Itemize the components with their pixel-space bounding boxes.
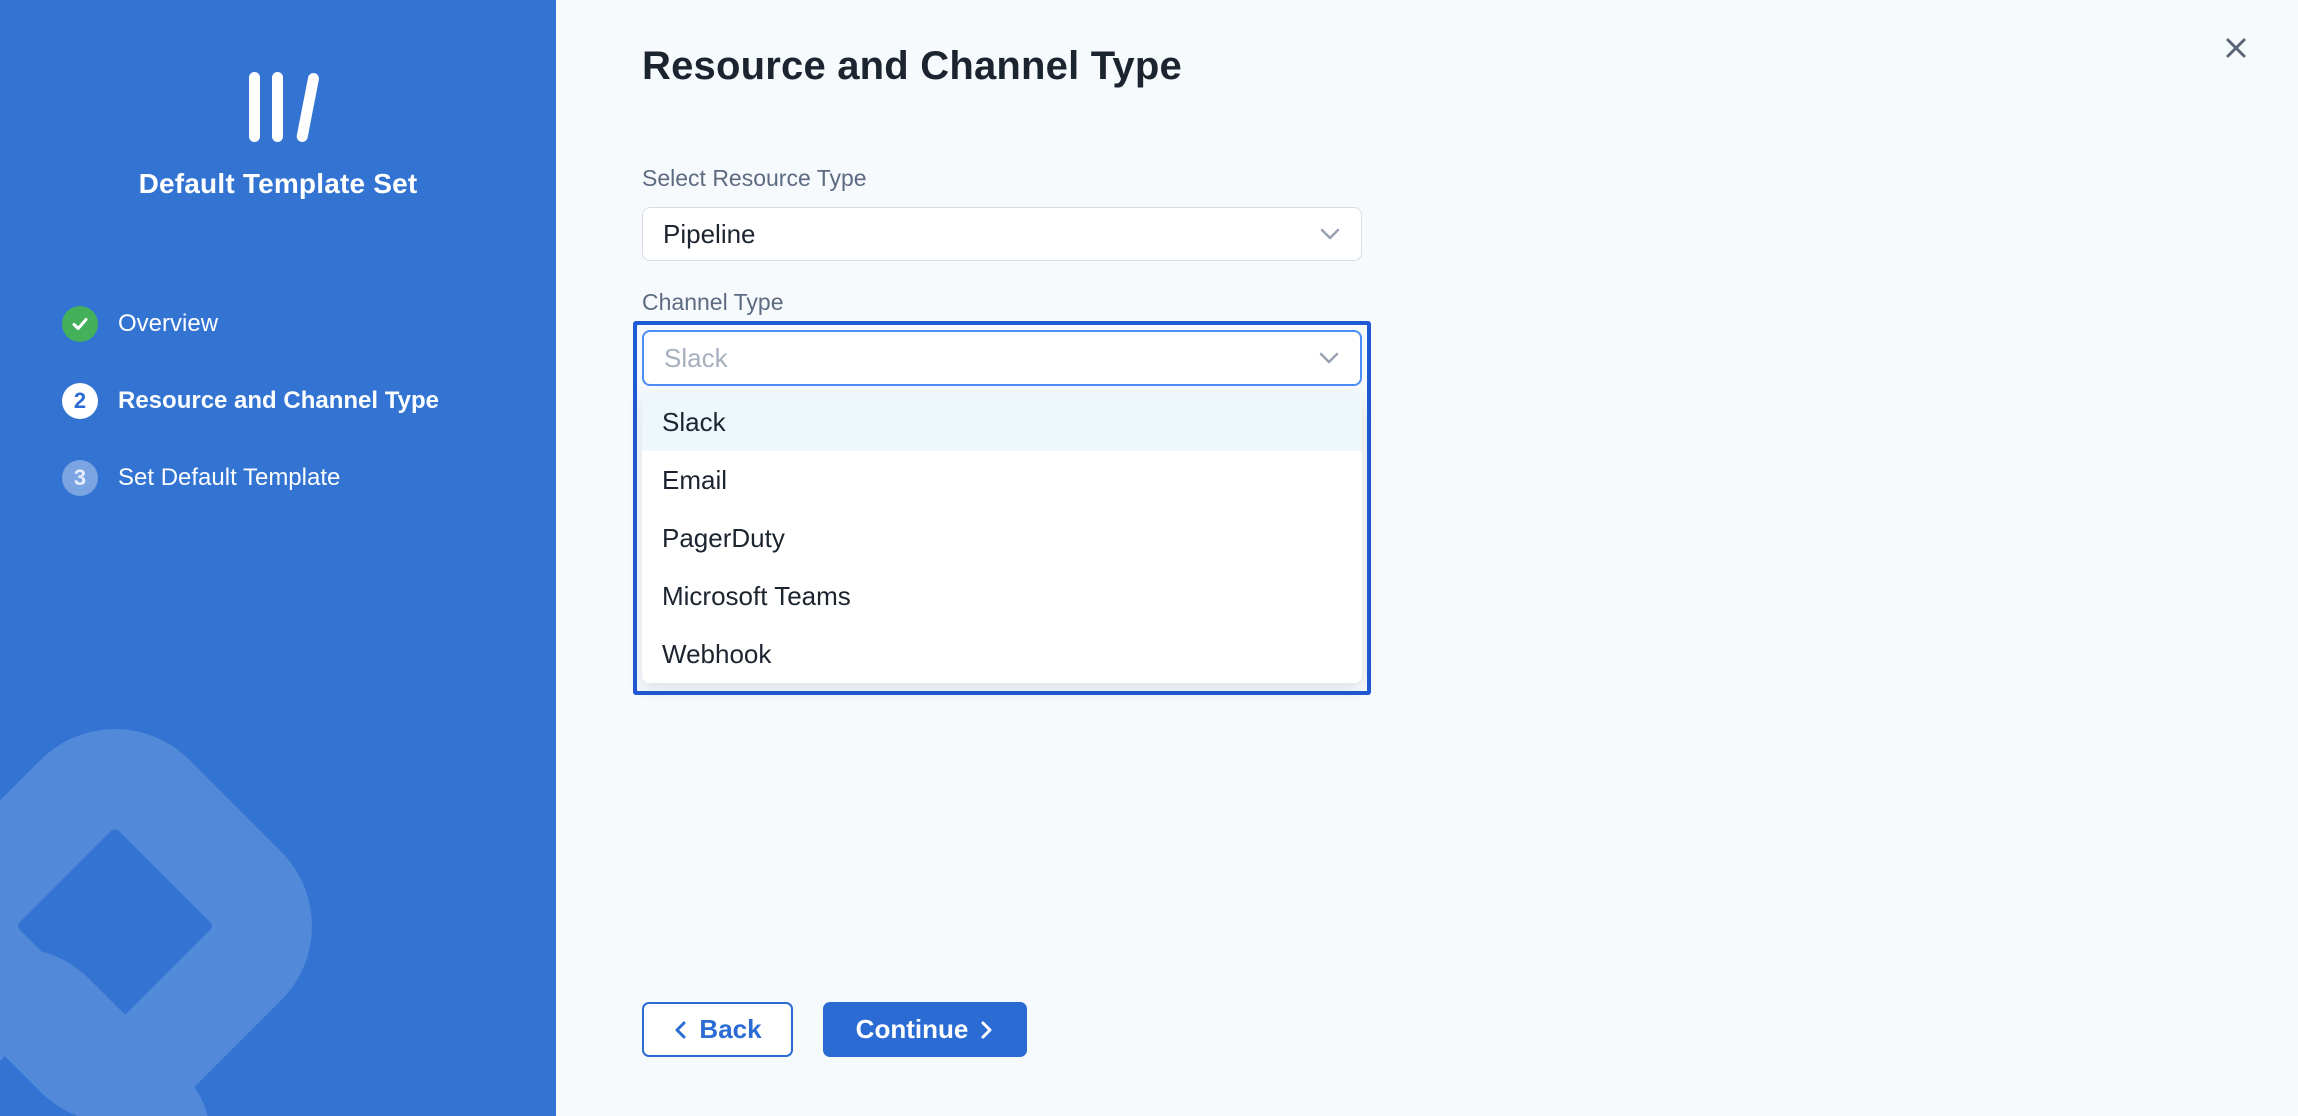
step-list: Overview 2 Resource and Channel Type 3 S… — [62, 306, 439, 537]
logo-bar-tilted — [295, 72, 319, 143]
continue-button-label: Continue — [856, 1014, 969, 1045]
page-title: Resource and Channel Type — [642, 44, 2298, 89]
back-button[interactable]: Back — [642, 1002, 793, 1057]
channel-type-menu: Slack Email PagerDuty Microsoft Teams We… — [642, 393, 1362, 683]
wizard-actions: Back Continue — [642, 1002, 1027, 1057]
bookshelf-logo — [0, 72, 556, 144]
step-label: Set Default Template — [118, 464, 340, 492]
continue-button[interactable]: Continue — [823, 1002, 1027, 1057]
wizard-sidebar: Default Template Set Overview 2 Resource… — [0, 0, 556, 1116]
option-pagerduty[interactable]: PagerDuty — [642, 509, 1362, 567]
resource-type-label: Select Resource Type — [642, 163, 2298, 193]
step-label: Resource and Channel Type — [118, 387, 439, 415]
close-icon — [2223, 35, 2249, 61]
back-button-label: Back — [699, 1014, 761, 1045]
chevron-down-icon — [1318, 351, 1340, 365]
step-number-badge: 2 — [62, 383, 98, 419]
option-webhook[interactable]: Webhook — [642, 625, 1362, 683]
sidebar-watermark — [0, 656, 556, 1116]
channel-type-combobox: Slack Slack Email PagerDuty Microsoft Te… — [633, 321, 1371, 695]
chevron-left-icon — [673, 1020, 687, 1040]
option-microsoft-teams[interactable]: Microsoft Teams — [642, 567, 1362, 625]
option-slack[interactable]: Slack — [642, 393, 1362, 451]
step-set-default-template[interactable]: 3 Set Default Template — [62, 460, 439, 496]
wizard-content: Resource and Channel Type Select Resourc… — [556, 0, 2298, 1116]
resource-type-select[interactable]: Pipeline — [642, 207, 1362, 261]
step-overview[interactable]: Overview — [62, 306, 439, 342]
logo-bar — [249, 72, 260, 142]
chevron-right-icon — [980, 1020, 994, 1040]
close-button[interactable] — [2218, 30, 2254, 66]
resource-type-value: Pipeline — [663, 219, 756, 250]
wizard-title: Default Template Set — [0, 168, 556, 200]
step-number-badge: 3 — [62, 460, 98, 496]
channel-type-select[interactable]: Slack — [642, 330, 1362, 386]
logo-bar — [272, 72, 283, 142]
option-email[interactable]: Email — [642, 451, 1362, 509]
channel-type-label: Channel Type — [642, 287, 2298, 317]
chevron-down-icon — [1319, 227, 1341, 241]
wizard-modal: Default Template Set Overview 2 Resource… — [0, 0, 2298, 1116]
channel-type-placeholder: Slack — [664, 343, 728, 374]
step-label: Overview — [118, 310, 218, 338]
check-icon — [70, 314, 90, 334]
step-complete-icon — [62, 306, 98, 342]
step-resource-and-channel-type[interactable]: 2 Resource and Channel Type — [62, 383, 439, 419]
